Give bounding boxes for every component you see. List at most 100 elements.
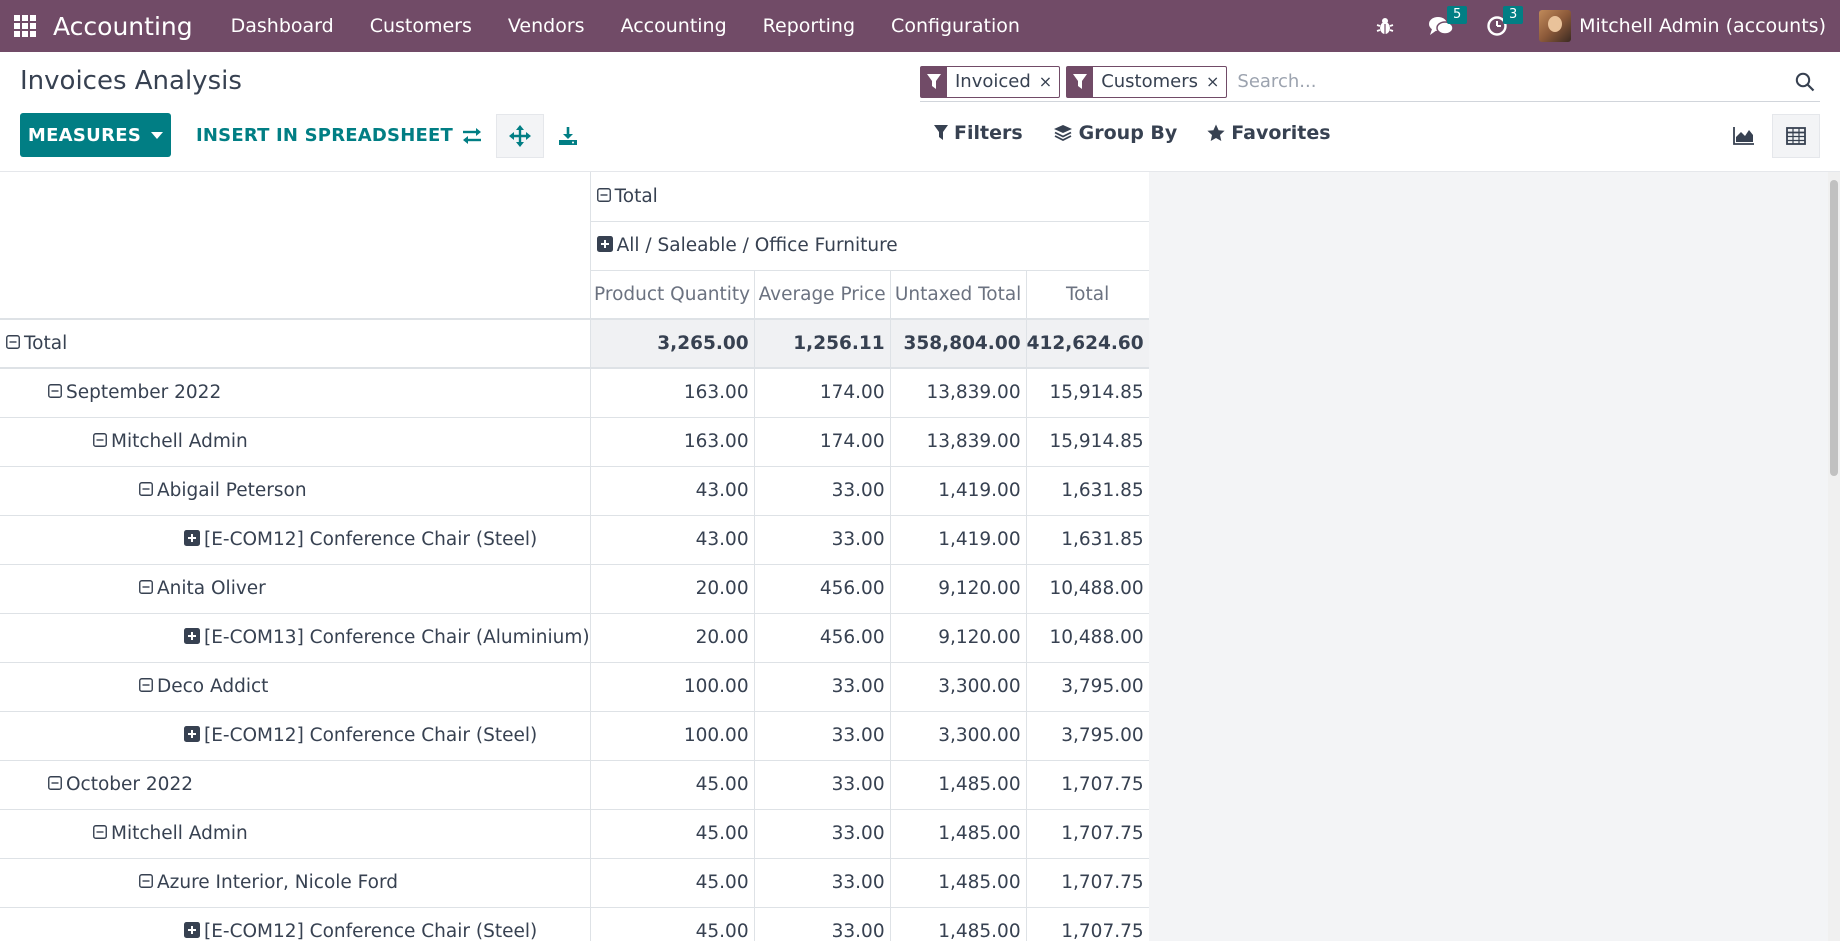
pivot-view-button[interactable] (1772, 114, 1820, 158)
cell-untaxed-total[interactable]: 13,839.00 (889, 368, 1027, 418)
row-header[interactable]: Mitchell Admin (0, 809, 591, 859)
cell-product-quantity[interactable]: 45.00 (589, 760, 755, 810)
apps-menu-icon[interactable] (14, 15, 36, 37)
row-header[interactable]: Anita Oliver (0, 564, 591, 614)
cell-total[interactable]: 3,795.00 (1025, 662, 1149, 712)
graph-view-button[interactable] (1720, 114, 1768, 158)
filters-dropdown[interactable]: Filters (934, 122, 1023, 144)
row-header[interactable]: Abigail Peterson (0, 466, 591, 516)
cell-total[interactable]: 3,795.00 (1025, 711, 1149, 761)
measure-header-product-quantity[interactable]: Product Quantity (589, 270, 755, 320)
cell-total[interactable]: 1,707.75 (1025, 809, 1149, 859)
cell-total[interactable]: 1,631.85 (1025, 466, 1149, 516)
cell-total[interactable]: 15,914.85 (1025, 368, 1149, 418)
row-header[interactable]: [E-COM12] Conference Chair (Steel) (0, 711, 591, 761)
menu-configuration[interactable]: Configuration (873, 15, 1038, 37)
row-header-label: [E-COM13] Conference Chair (Aluminium) (204, 627, 590, 648)
cell-untaxed-total[interactable]: 1,419.00 (889, 515, 1027, 565)
row-header[interactable]: [E-COM13] Conference Chair (Aluminium) (0, 613, 591, 663)
cell-untaxed-total[interactable]: 9,120.00 (889, 564, 1027, 614)
col-header-group[interactable]: All / Saleable / Office Furniture (589, 221, 1149, 271)
cell-product-quantity[interactable]: 163.00 (589, 368, 755, 418)
cell-average-price[interactable]: 33.00 (753, 907, 891, 941)
cell-total[interactable]: 1,631.85 (1025, 515, 1149, 565)
activities-clock-icon[interactable]: 3 (1477, 0, 1524, 52)
row-header[interactable]: [E-COM12] Conference Chair (Steel) (0, 515, 591, 565)
measure-header-untaxed-total[interactable]: Untaxed Total (889, 270, 1027, 320)
row-header[interactable]: Mitchell Admin (0, 417, 591, 467)
cell-product-quantity[interactable]: 45.00 (589, 809, 755, 859)
cell-product-quantity[interactable]: 163.00 (589, 417, 755, 467)
measure-header-average-price[interactable]: Average Price (753, 270, 891, 320)
cell-product-quantity[interactable]: 45.00 (589, 858, 755, 908)
cell-total[interactable]: 10,488.00 (1025, 564, 1149, 614)
cell-product-quantity[interactable]: 43.00 (589, 515, 755, 565)
cell-untaxed-total[interactable]: 3,300.00 (889, 662, 1027, 712)
cell-untaxed-total[interactable]: 1,485.00 (889, 760, 1027, 810)
cell-untaxed-total[interactable]: 9,120.00 (889, 613, 1027, 663)
row-header[interactable]: Azure Interior, Nicole Ford (0, 858, 591, 908)
menu-accounting[interactable]: Accounting (603, 15, 745, 37)
scrollbar-thumb[interactable] (1830, 180, 1838, 476)
vertical-scrollbar[interactable] (1828, 172, 1840, 941)
cell-product-quantity[interactable]: 100.00 (589, 711, 755, 761)
messages-chat-icon[interactable]: 5 (1421, 0, 1468, 52)
menu-customers[interactable]: Customers (352, 15, 490, 37)
cell-average-price[interactable]: 1,256.11 (753, 319, 891, 369)
favorites-dropdown[interactable]: Favorites (1207, 122, 1331, 144)
cell-total[interactable]: 412,624.60 (1025, 319, 1149, 369)
cell-average-price[interactable]: 33.00 (753, 515, 891, 565)
measure-header-total[interactable]: Total (1025, 270, 1149, 320)
cell-untaxed-total[interactable]: 13,839.00 (889, 417, 1027, 467)
flip-axis-button[interactable] (448, 114, 496, 158)
cell-average-price[interactable]: 174.00 (753, 368, 891, 418)
row-header[interactable]: Total (0, 319, 591, 369)
cell-total[interactable]: 10,488.00 (1025, 613, 1149, 663)
close-icon[interactable]: × (1039, 67, 1059, 97)
debug-bug-icon[interactable] (1365, 0, 1405, 52)
app-brand[interactable]: Accounting (53, 12, 193, 41)
cell-product-quantity[interactable]: 45.00 (589, 907, 755, 941)
cell-untaxed-total[interactable]: 3,300.00 (889, 711, 1027, 761)
menu-vendors[interactable]: Vendors (490, 15, 603, 37)
row-header[interactable]: [E-COM12] Conference Chair (Steel) (0, 907, 591, 941)
close-icon[interactable]: × (1206, 67, 1226, 97)
cell-average-price[interactable]: 456.00 (753, 613, 891, 663)
row-header[interactable]: September 2022 (0, 368, 591, 418)
group-by-dropdown[interactable]: Group By (1053, 122, 1177, 144)
cell-average-price[interactable]: 33.00 (753, 858, 891, 908)
cell-total[interactable]: 1,707.75 (1025, 907, 1149, 941)
search-icon[interactable] (1790, 72, 1820, 92)
cell-total[interactable]: 1,707.75 (1025, 760, 1149, 810)
search-input[interactable] (1233, 71, 1790, 92)
col-header-total[interactable]: Total (589, 172, 1149, 222)
row-header[interactable]: Deco Addict (0, 662, 591, 712)
cell-average-price[interactable]: 33.00 (753, 711, 891, 761)
insert-in-spreadsheet-button[interactable]: INSERT IN SPREADSHEET (196, 125, 453, 146)
cell-average-price[interactable]: 456.00 (753, 564, 891, 614)
cell-untaxed-total[interactable]: 1,485.00 (889, 858, 1027, 908)
cell-product-quantity[interactable]: 3,265.00 (589, 319, 755, 369)
measures-dropdown-button[interactable]: MEASURES (20, 113, 171, 157)
menu-dashboard[interactable]: Dashboard (213, 15, 352, 37)
cell-average-price[interactable]: 33.00 (753, 760, 891, 810)
cell-average-price[interactable]: 33.00 (753, 466, 891, 516)
cell-untaxed-total[interactable]: 1,485.00 (889, 907, 1027, 941)
cell-average-price[interactable]: 33.00 (753, 809, 891, 859)
cell-product-quantity[interactable]: 20.00 (589, 613, 755, 663)
cell-product-quantity[interactable]: 20.00 (589, 564, 755, 614)
cell-total[interactable]: 15,914.85 (1025, 417, 1149, 467)
expand-all-button[interactable] (496, 114, 544, 158)
cell-untaxed-total[interactable]: 1,419.00 (889, 466, 1027, 516)
cell-average-price[interactable]: 174.00 (753, 417, 891, 467)
row-header[interactable]: October 2022 (0, 760, 591, 810)
download-button[interactable] (544, 114, 592, 158)
user-menu[interactable]: Mitchell Admin (accounts) (1539, 10, 1826, 42)
cell-average-price[interactable]: 33.00 (753, 662, 891, 712)
cell-product-quantity[interactable]: 100.00 (589, 662, 755, 712)
cell-untaxed-total[interactable]: 358,804.00 (889, 319, 1027, 369)
cell-total[interactable]: 1,707.75 (1025, 858, 1149, 908)
menu-reporting[interactable]: Reporting (745, 15, 873, 37)
cell-product-quantity[interactable]: 43.00 (589, 466, 755, 516)
cell-untaxed-total[interactable]: 1,485.00 (889, 809, 1027, 859)
